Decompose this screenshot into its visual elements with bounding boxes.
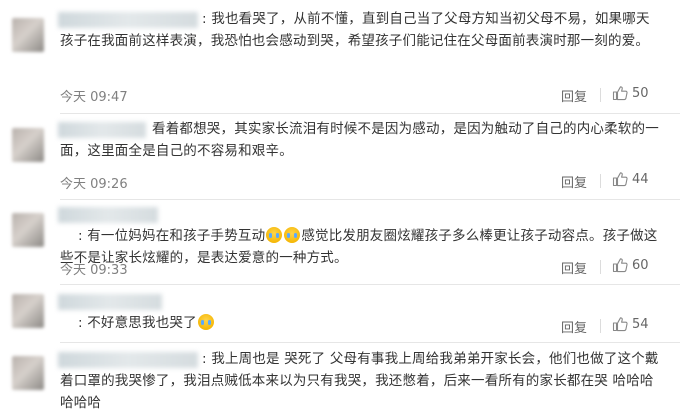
comment-time: 今天 09:47 xyxy=(60,90,128,105)
avatar[interactable] xyxy=(12,294,44,328)
crying-emoji-icon xyxy=(284,227,301,243)
comment-time: 今天 09:26 xyxy=(60,177,128,192)
comment-text: : 我也看哭了，从前不懂，直到自己当了父母方知当初父母不易，如果哪天孩子在我面前… xyxy=(60,11,650,49)
thumbs-up-icon xyxy=(612,317,628,332)
crying-emoji-icon xyxy=(266,227,283,243)
avatar[interactable] xyxy=(12,18,44,52)
separator xyxy=(600,88,601,102)
avatar[interactable] xyxy=(12,128,44,162)
avatar[interactable] xyxy=(12,213,44,247)
reply-button[interactable]: 回复 xyxy=(561,86,587,105)
reply-button[interactable]: 回复 xyxy=(561,172,587,191)
reply-button[interactable]: 回复 xyxy=(561,317,587,336)
comment-time: 今天 09:33 xyxy=(60,263,128,278)
comment-text-part: : 有一位妈妈在和孩子手势互动 xyxy=(77,228,266,244)
thumbs-up-icon xyxy=(612,258,628,273)
divider xyxy=(60,113,680,114)
divider xyxy=(60,199,680,200)
comment-text: 看着都想哭，其实家长流泪有时候不是因为感动，是因为触动了自己的内心柔软的一面，这… xyxy=(60,121,659,159)
comment-text-part: : 不好意思我也哭了 xyxy=(77,315,197,331)
like-count: 54 xyxy=(632,316,649,332)
thumbs-up-icon xyxy=(612,172,628,187)
like-button[interactable]: 44 xyxy=(612,171,649,187)
comment-text: : 我上周也是 哭死了 父母有事我上周给我弟弟开家长会，他们也做了这个戴着口罩的… xyxy=(60,351,659,411)
crying-emoji-icon xyxy=(197,314,214,330)
divider xyxy=(60,284,680,285)
like-count: 60 xyxy=(632,257,649,273)
thumbs-up-icon xyxy=(612,86,628,101)
separator xyxy=(600,319,601,333)
like-button[interactable]: 54 xyxy=(612,316,649,332)
divider xyxy=(60,342,680,343)
like-count: 50 xyxy=(632,85,649,101)
comment-text: : 有一位妈妈在和孩子手势互动 感觉比发朋友圈炫耀孩子多么棒更让孩子动容点。孩子做… xyxy=(60,203,660,291)
separator xyxy=(600,174,601,188)
like-button[interactable]: 60 xyxy=(612,257,649,273)
like-count: 44 xyxy=(632,171,649,187)
reply-button[interactable]: 回复 xyxy=(561,258,587,277)
separator xyxy=(600,260,601,274)
avatar[interactable] xyxy=(12,356,44,390)
like-button[interactable]: 50 xyxy=(612,85,649,101)
